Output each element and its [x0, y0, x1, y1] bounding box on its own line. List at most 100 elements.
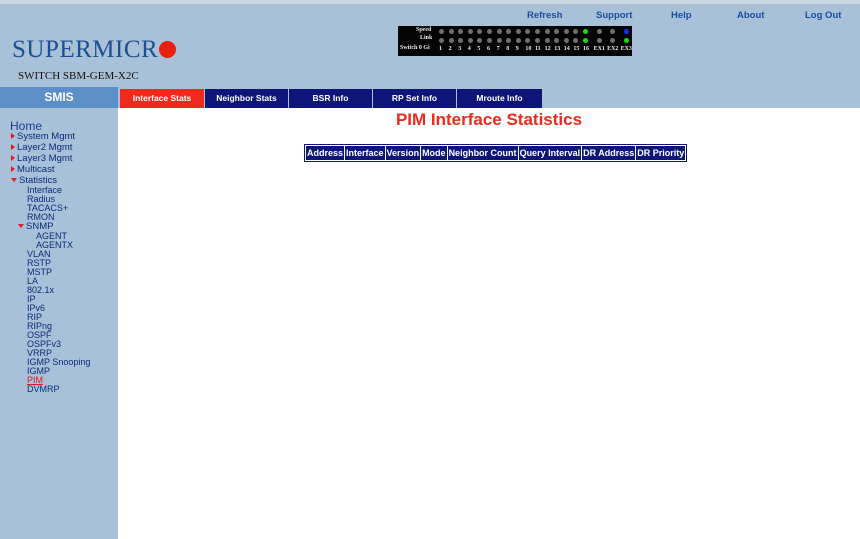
- link-led-14: [563, 38, 569, 43]
- support-link[interactable]: Support: [596, 10, 632, 21]
- speed-led-3: [458, 29, 464, 34]
- column-header-version: Version: [385, 146, 421, 160]
- header-bar: SUPERMICR SWITCH SBM-GEM-X2C Refresh Sup…: [0, 0, 860, 87]
- link-led-6: [487, 38, 492, 43]
- speed-led-ex2: [610, 29, 616, 34]
- speed-led-8: [506, 29, 512, 34]
- port-label-5: 5: [477, 46, 481, 52]
- help-link[interactable]: Help: [671, 10, 692, 21]
- speed-led-5: [477, 29, 483, 34]
- column-header-neighbor-count: Neighbor Count: [447, 146, 518, 160]
- speed-led-ex3: [623, 29, 629, 34]
- port-label-3: 3: [458, 46, 462, 52]
- sidebar-item-layer2-mgmt[interactable]: Layer2 Mgmt: [11, 142, 72, 153]
- speed-led-9: [515, 29, 521, 34]
- link-led-ex2: [610, 38, 616, 43]
- port-label-8: 8: [506, 46, 510, 52]
- port-label-ex3: EX3: [620, 46, 632, 52]
- column-header-mode: Mode: [421, 146, 447, 160]
- column-header-query-interval: Query Interval: [518, 146, 582, 160]
- column-header-address: Address: [306, 146, 345, 160]
- link-led-7: [496, 38, 502, 43]
- tab-interface-stats[interactable]: Interface Stats: [120, 89, 204, 108]
- speed-led-13: [554, 29, 560, 34]
- port-label-14: 14: [563, 46, 570, 52]
- link-led-ex1: [596, 38, 602, 43]
- speed-led-16: [583, 29, 588, 34]
- link-led-3: [458, 38, 464, 43]
- table-header-row: Address Interface Version Mode Neighbor …: [306, 146, 686, 160]
- logo: SUPERMICR: [12, 36, 177, 64]
- link-led-13: [554, 38, 560, 43]
- speed-led-1: [439, 29, 444, 34]
- logo-o-dot: [159, 40, 177, 58]
- page-title: PIM Interface Statistics: [395, 110, 583, 129]
- speed-led-14: [563, 29, 569, 34]
- link-led-10: [525, 38, 531, 43]
- tab-bsr-info[interactable]: BSR Info: [289, 89, 372, 108]
- tab-neighbor-stats[interactable]: Neighbor Stats: [205, 89, 288, 108]
- speed-led-12: [544, 29, 550, 34]
- pim-interface-stats-table: Address Interface Version Mode Neighbor …: [304, 144, 688, 162]
- sidebar: Home System Mgmt Layer2 Mgmt Layer3 Mgmt…: [0, 108, 118, 539]
- speed-led-15: [573, 29, 579, 34]
- port-label-ex1: EX1: [593, 46, 605, 52]
- port-label-2: 2: [448, 46, 452, 52]
- port-label-1: 1: [439, 46, 442, 52]
- arrow-right-icon: [11, 144, 15, 150]
- link-led-2: [448, 38, 454, 43]
- switch-label: Switch 0 Gi: [400, 45, 430, 51]
- arrow-right-icon: [11, 155, 15, 161]
- tab-bar: Interface Stats Neighbor Stats BSR Info …: [118, 87, 860, 108]
- sidebar-item-system-mgmt[interactable]: System Mgmt: [11, 131, 75, 142]
- port-label-12: 12: [544, 46, 551, 52]
- port-label-9: 9: [515, 46, 519, 52]
- arrow-down-icon: [18, 224, 24, 229]
- link-led-12: [544, 38, 550, 43]
- port-label-4: 4: [467, 46, 471, 52]
- logout-link[interactable]: Log Out: [805, 10, 841, 21]
- link-led-ex3: [623, 38, 629, 43]
- link-led-4: [467, 38, 473, 43]
- port-label-11: 11: [535, 46, 541, 52]
- speed-led-7: [496, 29, 502, 34]
- smis-label: SMIS: [0, 87, 118, 108]
- port-label-15: 15: [573, 46, 580, 52]
- speed-led-2: [448, 29, 454, 34]
- port-label-6: 6: [487, 46, 490, 52]
- about-link[interactable]: About: [737, 10, 764, 21]
- speed-label: Speed: [416, 27, 432, 33]
- link-led-15: [573, 38, 579, 43]
- top-links: Refresh Support Help About Log Out: [0, 10, 860, 24]
- port-label-7: 7: [496, 46, 500, 52]
- link-led-8: [506, 38, 512, 43]
- speed-led-10: [525, 29, 531, 34]
- tab-rp-set-info[interactable]: RP Set Info: [373, 89, 456, 108]
- sidebar-item-dvmrp[interactable]: DVMRP: [27, 384, 60, 394]
- arrow-right-icon: [11, 166, 15, 172]
- link-led-11: [535, 38, 540, 43]
- port-label-16: 16: [583, 46, 589, 52]
- link-led-5: [477, 38, 483, 43]
- link-led-9: [515, 38, 521, 43]
- link-led-1: [439, 38, 444, 43]
- column-header-dr-address: DR Address: [582, 146, 636, 160]
- sidebar-item-layer3-mgmt[interactable]: Layer3 Mgmt: [11, 153, 72, 164]
- column-header-dr-priority: DR Priority: [636, 146, 686, 160]
- column-header-interface: Interface: [345, 146, 385, 160]
- speed-led-ex1: [596, 29, 602, 34]
- arrow-right-icon: [11, 133, 15, 139]
- link-led-16: [583, 38, 588, 43]
- refresh-link[interactable]: Refresh: [527, 10, 562, 21]
- tab-mroute-info[interactable]: Mroute Info: [457, 89, 542, 108]
- arrow-down-icon: [11, 178, 17, 183]
- speed-led-11: [535, 29, 540, 34]
- link-label: Link: [420, 35, 433, 41]
- speed-led-6: [487, 29, 492, 34]
- port-label-10: 10: [525, 46, 532, 52]
- sidebar-item-multicast[interactable]: Multicast: [11, 164, 54, 175]
- speed-led-4: [467, 29, 473, 34]
- port-label-13: 13: [554, 46, 561, 52]
- port-label-ex2: EX2: [607, 46, 619, 52]
- model-label: SWITCH SBM-GEM-X2C: [18, 70, 139, 82]
